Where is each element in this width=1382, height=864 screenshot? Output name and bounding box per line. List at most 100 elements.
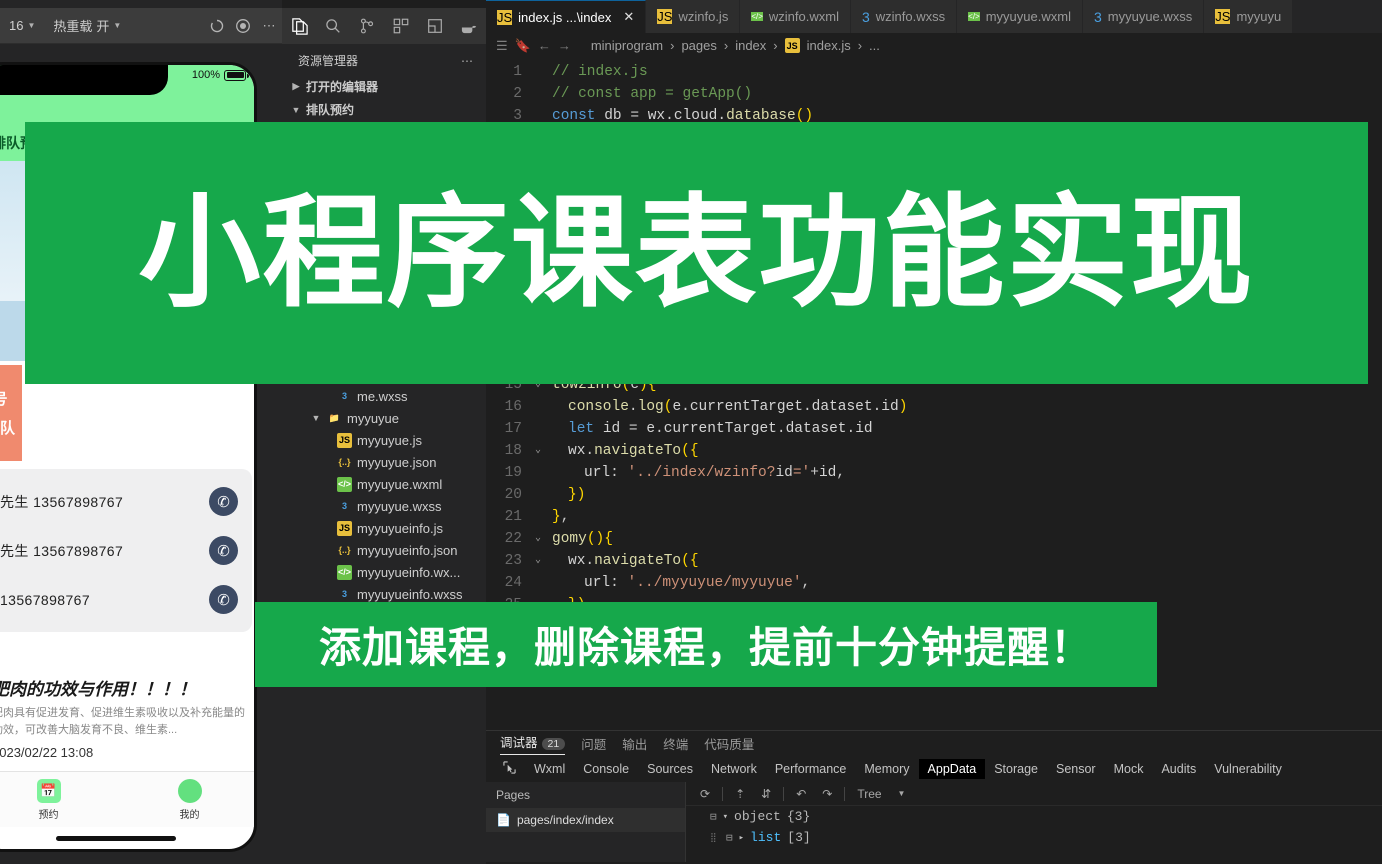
chevron-down-icon[interactable]: ▼ — [890, 787, 914, 800]
record-icon[interactable] — [230, 13, 256, 39]
scale-selector[interactable]: 16 ▼ — [0, 18, 44, 33]
tab-mine[interactable]: 我的 — [119, 772, 254, 827]
devtools-tab[interactable]: Network — [702, 759, 766, 779]
code-line[interactable]: 22 ⌄ gomy(){ — [486, 528, 1382, 550]
code-lines-top[interactable]: 1// index.js 2// const app = getApp() 3 con… — [486, 58, 1382, 127]
phone-icon[interactable]: ✆ — [209, 536, 238, 565]
tree-row[interactable]: ⣿ ⊟ ▸ list [3] — [686, 827, 1382, 848]
devtools-tab[interactable]: Audits — [1152, 759, 1205, 779]
editor-tab[interactable]: JS wzinfo.js — [646, 0, 741, 33]
chevron-down-icon[interactable]: ▼ — [310, 413, 322, 423]
list-item[interactable]: 先生 13567898767 ✆ — [0, 477, 252, 526]
fold-toggle[interactable] — [530, 396, 546, 418]
editor-tab[interactable]: </> myyuyue.wxml — [957, 0, 1083, 33]
code-line[interactable]: 1 // index.js — [486, 61, 1382, 83]
open-editors-section[interactable]: ▶ 打开的编辑器 — [282, 75, 486, 98]
fold-toggle[interactable] — [530, 484, 546, 506]
code-line[interactable]: 16 console.log(e.currentTarget.dataset.id… — [486, 396, 1382, 418]
code-line[interactable]: 23 ⌄ wx.navigateTo({ — [486, 550, 1382, 572]
hot-reload-selector[interactable]: 热重载 开 ▼ — [44, 16, 130, 35]
breadcrumb-part[interactable]: ... — [869, 38, 880, 53]
phone-icon[interactable]: ✆ — [209, 585, 238, 614]
tree-row[interactable]: ⊟ ▾ object {3} — [686, 806, 1382, 827]
fold-toggle[interactable] — [530, 462, 546, 484]
devtools-tab[interactable]: AppData — [918, 759, 986, 779]
devtools-tab[interactable]: Vulnerability — [1205, 759, 1291, 779]
devtools-tab[interactable]: Memory — [855, 759, 918, 779]
fold-toggle[interactable] — [530, 61, 546, 83]
code-line[interactable]: 18 ⌄ wx.navigateTo({ — [486, 440, 1382, 462]
code-line[interactable]: 20}) — [486, 484, 1382, 506]
search-icon[interactable] — [316, 9, 350, 43]
breadcrumb-part[interactable]: index — [735, 38, 766, 53]
fold-toggle[interactable] — [530, 418, 546, 440]
fold-toggle[interactable] — [530, 83, 546, 105]
phone-icon[interactable]: ✆ — [209, 487, 238, 516]
fold-toggle[interactable]: ⌄ — [530, 528, 546, 550]
extensions-icon[interactable] — [384, 9, 418, 43]
file-tree-item[interactable]: ▸JSmyyuyue.js — [282, 429, 486, 451]
list-item[interactable]: 先生 13567898767 ✆ — [0, 526, 252, 575]
devtools-tab[interactable]: Console — [574, 759, 638, 779]
fold-toggle[interactable] — [530, 506, 546, 528]
arrow-left-icon[interactable]: ← — [538, 38, 551, 53]
save-icon[interactable] — [418, 9, 452, 43]
breadcrumb-part[interactable]: pages — [681, 38, 716, 53]
refresh-icon[interactable] — [204, 13, 230, 39]
code-line[interactable]: 19 url: '../index/wzinfo?id='+id, — [486, 462, 1382, 484]
ellipsis-icon[interactable]: ⋯ — [461, 54, 474, 68]
docker-icon[interactable] — [452, 9, 486, 43]
devtools-tab[interactable]: Storage — [985, 759, 1047, 779]
file-tree-item[interactable]: ▸JSmyyuyueinfo.js — [282, 517, 486, 539]
panel-tab[interactable]: 问题 — [581, 734, 606, 753]
file-tree-item[interactable]: ▸3myyuyue.wxss — [282, 495, 486, 517]
devtools-tab[interactable]: Performance — [766, 759, 856, 779]
fold-toggle[interactable]: ⌄ — [530, 440, 546, 462]
source-control-icon[interactable] — [350, 9, 384, 43]
file-tree-item[interactable]: ▸{..}myyuyue.json — [282, 451, 486, 473]
bookmark-icon[interactable]: 🔖 — [515, 38, 531, 54]
queue-badge[interactable]: 号 排队 — [0, 365, 22, 461]
file-tree-item[interactable]: ▸</>myyuyue.wxml — [282, 473, 486, 495]
drag-handle-icon[interactable]: ⣿ — [710, 833, 720, 843]
explorer-icon[interactable] — [282, 9, 316, 43]
inspect-icon[interactable] — [494, 758, 525, 780]
code-line[interactable]: 2 // const app = getApp() — [486, 83, 1382, 105]
file-tree-item[interactable]: ▸3me.wxss — [282, 385, 486, 407]
devtools-tab[interactable]: Sensor — [1047, 759, 1105, 779]
more-icon[interactable]: ⋯ — [256, 13, 282, 39]
breadcrumb-part[interactable]: miniprogram — [591, 38, 663, 53]
panel-tab[interactable]: 终端 — [663, 734, 688, 753]
fold-toggle[interactable]: ⌄ — [530, 550, 546, 572]
editor-tab[interactable]: 3 myyuyue.wxss — [1082, 0, 1205, 33]
view-mode-label[interactable]: Tree — [849, 785, 889, 803]
close-icon[interactable]: ✕ — [623, 9, 634, 25]
file-tree-item[interactable]: ▸</>myyuyueinfo.wx... — [282, 561, 486, 583]
chevron-right-icon[interactable]: ▸ — [739, 833, 744, 843]
editor-tab[interactable]: 3 wzinfo.wxss — [850, 0, 958, 33]
panel-tab[interactable]: 代码质量 — [704, 734, 754, 753]
tab-yuyue[interactable]: 📅 预约 — [0, 772, 119, 827]
breadcrumb-part[interactable]: index.js — [807, 38, 851, 53]
list-icon[interactable]: ☰ — [496, 38, 508, 54]
panel-tab[interactable]: 调试器 21 — [500, 732, 566, 755]
editor-tab[interactable]: JS index.js ...\index ✕ — [486, 0, 647, 33]
devtools-tab[interactable]: Mock — [1105, 759, 1153, 779]
code-line[interactable]: 17 let id = e.currentTarget.dataset.id — [486, 418, 1382, 440]
refresh-icon[interactable]: ⟳ — [692, 785, 718, 803]
article-title[interactable]: 肥肉的功效与作用！！！！ — [0, 675, 246, 700]
code-line[interactable]: 21}, — [486, 506, 1382, 528]
code-line[interactable]: 24 url: '../myyuyue/myyuyue', — [486, 572, 1382, 594]
copy-icon[interactable]: ⊟ — [726, 831, 733, 845]
devtools-tab[interactable]: Wxml — [525, 759, 574, 779]
undo-icon[interactable]: ↶ — [788, 785, 814, 803]
chevron-down-icon[interactable]: ▾ — [723, 812, 728, 822]
panel-tab[interactable]: 输出 — [622, 734, 647, 753]
collapse-icon[interactable]: ⇡ — [727, 785, 753, 803]
file-tree-item[interactable]: ▼ 📁 myyuyue — [282, 407, 486, 429]
list-item[interactable]: 📄 pages/index/index — [486, 808, 685, 832]
fold-toggle[interactable] — [530, 572, 546, 594]
devtools-tab[interactable]: Sources — [638, 759, 702, 779]
arrow-right-icon[interactable]: → — [558, 38, 571, 53]
editor-tab[interactable]: JS myyuyu — [1204, 0, 1294, 33]
